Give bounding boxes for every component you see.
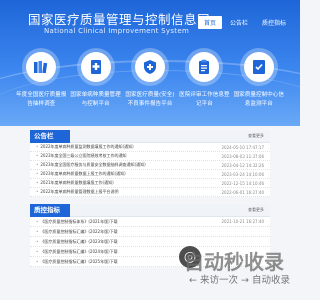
list-item[interactable]: 2023年度全国医疗服务与质量安全数据抽样调查通知(通知) 2023-04-12… [30, 161, 270, 170]
feature-label: 国家质量控制中心信息监测平台 [233, 92, 284, 107]
clipboard-icon [189, 52, 220, 82]
item-title: 2023年度全国三级公立医院绩效考核工作的通知 [36, 153, 126, 159]
item-title: 2023年度全国医疗服务与质量安全数据抽样调查通知(通知) [36, 162, 145, 168]
monitor-document-icon [243, 52, 274, 82]
feature-quality-control-center[interactable]: 国家质量控制中心信息监测平台 [233, 52, 284, 108]
list-item[interactable]: 2023年度全国三级公立医院绩效考核工作的通知 2023-08-03 11:37… [30, 152, 270, 161]
books-icon [26, 52, 57, 82]
item-title: 2023年度单病种质量数据上报工作的通知(通知) [36, 171, 125, 177]
nav-indicators[interactable]: 质控指标 [256, 16, 292, 29]
item-title: 《医疗质量控制指标体系》(2021年版)下载 [36, 219, 117, 225]
item-title: 《医疗质量控制指标汇编》(2024年版)下载 [36, 249, 117, 255]
main-nav: 首页 公告栏 质控指标 [196, 16, 292, 29]
list-item[interactable]: 《医疗质量控制指标汇编》(2022年版)下载 [30, 227, 270, 237]
nav-home[interactable]: 首页 [197, 16, 222, 29]
site-title[interactable]: 国家医疗质量管理与控制信息网 [28, 9, 210, 28]
item-date: 2023-08-03 11:37:06 [221, 153, 264, 159]
item-date: 2022-06-01 16:27:40 [221, 189, 264, 195]
item-title: 《医疗质量控制指标汇编》(2025年版)下载 [36, 259, 117, 265]
item-date: 2022-12-15 14:10:46 [221, 180, 264, 186]
watermark-text: 自动秒收录 [184, 250, 284, 274]
nav-announcements[interactable]: 公告栏 [224, 16, 254, 29]
list-item[interactable]: 2021年度单病种质量数据填报工作(通知) 2022-12-15 14:10:4… [30, 179, 270, 188]
feature-label: 年度全国医疗质量报告抽样调查 [16, 92, 67, 107]
panel-title[interactable]: 公告栏 [30, 130, 70, 143]
list-item[interactable]: 2022年度单病种质量管理数据上报平台说明 2022-06-01 16:27:4… [30, 188, 270, 197]
item-title: 《医疗质量控制指标汇编》(2023年版)下载 [36, 239, 117, 245]
feature-annual-report[interactable]: 年度全国医疗质量报告抽样调查 [16, 52, 67, 108]
panel-title[interactable]: 质控指标 [30, 204, 70, 217]
item-title: 2022年度单病种质量管理数据上报平台说明 [36, 189, 118, 195]
feature-adverse-events[interactable]: 国家医疗质量(安全)不良事件报告平台 [125, 52, 175, 108]
list-item[interactable]: 《医疗质量控制指标体系》(2021年版)下载 2021-10-21 16:27:… [30, 217, 270, 227]
more-link[interactable]: 查看更多 [248, 207, 264, 213]
item-date: 2023-04-12 14:32:26 [221, 162, 264, 168]
item-title: 2021年度单病种质量数据填报工作(通知) [36, 180, 113, 186]
item-title: 2022年度单病种质量监测数据填报工作的通知(通知) [36, 144, 133, 150]
item-date: 2023-03-24 14:10:06 [221, 171, 264, 177]
item-date: 2021-10-21 16:27:40 [221, 219, 264, 224]
medical-document-icon [80, 52, 111, 82]
feature-list: 年度全国医疗质量报告抽样调查 国家单病种质量管理与控制平台 国家医疗质量(安全)… [0, 52, 300, 108]
watermark-subtext: ← 来访一次 → 自动收录 [189, 275, 290, 286]
header-banner: 国家医疗质量管理与控制信息网 National Clinical Improve… [0, 0, 300, 126]
feature-label: 医院评审工作信息登记平台 [179, 92, 230, 107]
panel-header: 公告栏 查看更多 [30, 130, 270, 143]
feature-single-disease[interactable]: 国家单病种质量管理与控制平台 [70, 52, 121, 108]
site-subtitle: National Clinical Improvement System [44, 27, 190, 35]
list-item[interactable]: 2022年度单病种质量监测数据填报工作的通知(通知) 2024-05-10 17… [30, 143, 270, 152]
feature-hospital-review[interactable]: 医院评审工作信息登记平台 [179, 52, 230, 108]
feature-label: 国家医疗质量(安全)不良事件报告平台 [125, 92, 175, 107]
announcements-panel: 公告栏 查看更多 2022年度单病种质量监测数据填报工作的通知(通知) 2024… [30, 130, 270, 197]
item-date: 2024-05-10 17:47:17 [221, 144, 264, 150]
watermark: ◎ 自动秒收录 ← 来访一次 → 自动收录 [169, 246, 294, 292]
item-title: 《医疗质量控制指标汇编》(2022年版)下载 [36, 229, 117, 235]
panel-header: 质控指标 查看更多 [30, 204, 270, 217]
list-item[interactable]: 2023年度单病种质量数据上报工作的通知(通知) 2023-03-24 14:1… [30, 170, 270, 179]
shield-plus-icon [134, 52, 165, 82]
more-link[interactable]: 查看更多 [248, 133, 264, 139]
feature-label: 国家单病种质量管理与控制平台 [70, 92, 121, 107]
